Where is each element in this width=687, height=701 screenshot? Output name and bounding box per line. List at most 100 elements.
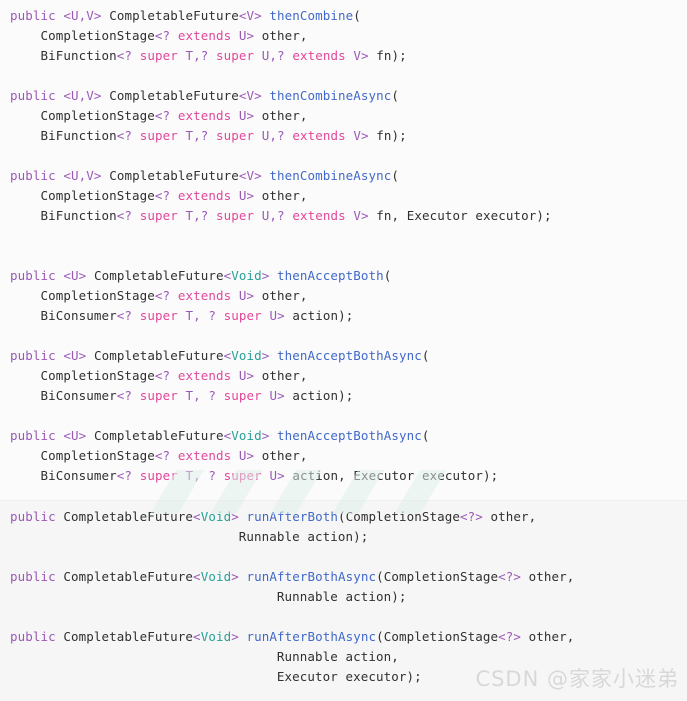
code-token-bound: extends — [177, 28, 232, 43]
code-token-wild: <? — [116, 208, 133, 223]
code-line: public <U> CompletableFuture<Void> thenA… — [0, 346, 687, 366]
code-token-void: Void — [200, 629, 232, 644]
code-token-type: CompletableFuture — [63, 509, 194, 524]
code-token-type: CompletionStage — [40, 368, 155, 383]
code-line: BiConsumer<? super T, ? super U> action)… — [0, 306, 687, 326]
code-token-plain: other, — [254, 368, 308, 383]
code-token-plain: fn); — [368, 48, 407, 63]
code-token-wild: <? — [154, 28, 171, 43]
code-token-type: CompletableFuture — [93, 428, 224, 443]
code-line: CompletionStage<? extends U> other, — [0, 446, 687, 466]
code-token-plain: ( — [376, 569, 384, 584]
code-token-void: Void — [200, 509, 232, 524]
code-token-wild: <? — [116, 48, 133, 63]
code-token-wild: V> — [353, 48, 369, 63]
code-token-plain: other, — [254, 288, 308, 303]
code-line: public CompletableFuture<Void> runAfterB… — [0, 627, 687, 647]
code-token-plain: ( — [376, 629, 384, 644]
code-token-gen: <U> — [63, 428, 87, 443]
code-token-wild: > — [231, 569, 239, 584]
code-line: BiFunction<? super T,? super U,? extends… — [0, 206, 687, 226]
code-block-list-top: public <U,V> CompletableFuture<V> thenCo… — [0, 6, 687, 486]
code-token-wild: U,? — [261, 208, 285, 223]
code-line: Executor executor); — [0, 667, 687, 687]
code-token-bound: super — [139, 308, 178, 323]
code-token-bound: extends — [177, 448, 232, 463]
code-line: CompletionStage<? extends U> other, — [0, 106, 687, 126]
code-line: Runnable action); — [0, 527, 687, 547]
code-line: public <U> CompletableFuture<Void> thenA… — [0, 266, 687, 286]
code-token-wild: U> — [238, 108, 255, 123]
code-token-bound: extends — [177, 368, 232, 383]
code-token-type: CompletableFuture — [63, 569, 194, 584]
code-line: CompletionStage<? extends U> other, — [0, 286, 687, 306]
code-token-wild: <V> — [238, 168, 262, 183]
code-line: BiFunction<? super T,? super U,? extends… — [0, 126, 687, 146]
code-token-plain: other, — [254, 108, 308, 123]
code-token-kw: public — [10, 569, 56, 584]
code-token-type: BiFunction — [40, 128, 117, 143]
code-token-bound: super — [216, 208, 255, 223]
code-token-type: CompletableFuture — [109, 88, 239, 103]
code-token-type: CompletableFuture — [93, 348, 224, 363]
code-block: public CompletableFuture<Void> runAfterB… — [0, 567, 687, 607]
code-token-plain: Runnable action); — [10, 529, 369, 544]
code-token-plain: Executor executor); — [10, 669, 422, 684]
code-token-plain: other, — [521, 629, 575, 644]
code-line: BiFunction<? super T,? super U,? extends… — [0, 46, 687, 66]
code-token-plain: Runnable action); — [10, 589, 407, 604]
code-token-wild: <? — [154, 188, 171, 203]
code-token-method: thenCombine — [269, 8, 354, 23]
code-block: public <U,V> CompletableFuture<V> thenCo… — [0, 86, 687, 146]
code-token-bound: super — [223, 468, 262, 483]
code-token-type: CompletionStage — [383, 629, 499, 644]
code-token-kw: public — [10, 428, 56, 443]
code-screenshot: public <U,V> CompletableFuture<V> thenCo… — [0, 0, 687, 701]
code-token-method: thenAcceptBothAsync — [277, 428, 422, 443]
code-token-wild: T,? — [185, 48, 209, 63]
code-token-plain: action); — [284, 388, 354, 403]
code-token-wild: U,? — [261, 48, 285, 63]
code-token-wild: V> — [353, 208, 369, 223]
code-token-kw: public — [10, 8, 56, 23]
code-token-method: thenAcceptBoth — [277, 268, 384, 283]
code-token-bound: super — [223, 388, 262, 403]
code-token-plain: other, — [482, 509, 537, 524]
code-token-plain: action); — [284, 308, 354, 323]
code-line: Runnable action); — [0, 587, 687, 607]
code-token-type: CompletionStage — [40, 108, 155, 123]
code-token-plain: ( — [421, 428, 430, 443]
code-token-wild: T,? — [185, 128, 209, 143]
code-token-type: CompletableFuture — [109, 168, 239, 183]
code-line: BiConsumer<? super T, ? super U> action,… — [0, 466, 687, 486]
code-token-kw: public — [10, 348, 56, 363]
code-token-bound: super — [139, 388, 178, 403]
code-token-wild: U> — [269, 388, 285, 403]
